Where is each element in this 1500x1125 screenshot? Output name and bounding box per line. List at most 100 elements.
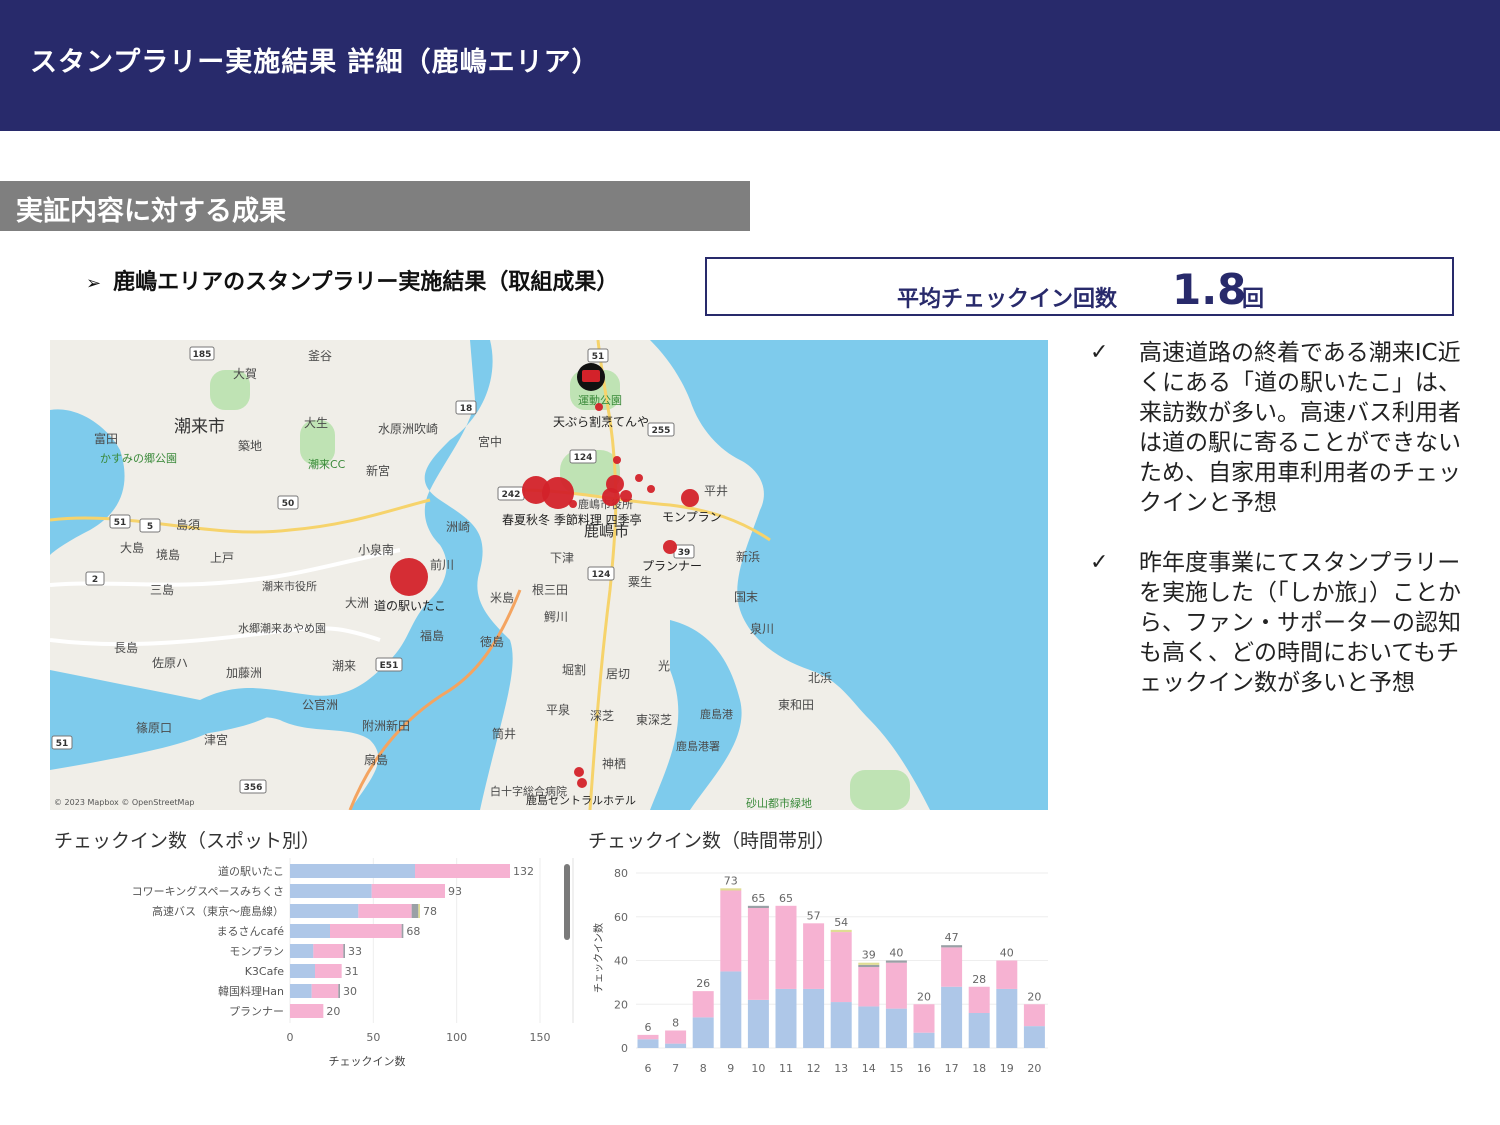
map-label: 大洲 bbox=[345, 596, 369, 610]
kpi-unit: 回 bbox=[1242, 287, 1265, 312]
bar-segment bbox=[803, 988, 825, 1048]
bar-segment bbox=[996, 960, 1018, 989]
road-number: 2 bbox=[92, 575, 98, 585]
road-number: 356 bbox=[244, 783, 263, 793]
map-label: 新宮 bbox=[366, 463, 390, 478]
bar-segment bbox=[313, 944, 344, 958]
header-bar: スタンプラリー実施結果 詳細（鹿嶋エリア） bbox=[0, 0, 1500, 131]
x-tick-label: 100 bbox=[446, 1031, 467, 1044]
bar-segment bbox=[290, 1004, 324, 1018]
map-label: 島須 bbox=[176, 517, 200, 532]
x-tick-label: 50 bbox=[366, 1031, 380, 1044]
category-label: まるさんcafé bbox=[217, 925, 285, 938]
checkin-marker[interactable] bbox=[663, 540, 677, 554]
checkin-marker-michinoeki[interactable] bbox=[390, 558, 428, 596]
map-label: 福島 bbox=[420, 628, 444, 643]
road-number: E51 bbox=[380, 661, 399, 671]
category-label: プランナー bbox=[229, 1005, 284, 1018]
bar-segment bbox=[290, 864, 415, 878]
bar-total-label: 20 bbox=[917, 990, 931, 1003]
map-label: プランナー bbox=[642, 559, 702, 573]
bar-segment bbox=[401, 924, 404, 938]
bar-total-label: 54 bbox=[834, 916, 848, 929]
bar-segment bbox=[968, 1013, 990, 1048]
checkin-marker[interactable] bbox=[620, 490, 632, 502]
map-label: 佐原ハ bbox=[152, 656, 188, 670]
x-tick-label: 9 bbox=[727, 1062, 734, 1075]
map-label: 三島 bbox=[150, 582, 174, 597]
map-label: 津宮 bbox=[204, 732, 228, 747]
bar-segment bbox=[290, 944, 314, 958]
bar-total-label: 8 bbox=[672, 1017, 679, 1030]
map-label: 潮来市 bbox=[174, 417, 225, 437]
road-number: 124 bbox=[592, 570, 611, 580]
checkin-marker[interactable] bbox=[569, 500, 577, 508]
map-label: かすみの郷公園 bbox=[100, 451, 177, 465]
map-label: 堀割 bbox=[562, 662, 586, 677]
map-label: 神栖 bbox=[602, 756, 626, 771]
checkin-map[interactable]: 潮来市 鹿嶋市 大賀 釜谷 富田 かすみの郷公園 築地 大生 潮来CC 水原洲吹… bbox=[50, 340, 1048, 810]
bus-stop-icon[interactable] bbox=[577, 363, 605, 391]
x-tick-label: 19 bbox=[1000, 1062, 1014, 1075]
bar-total-label: 20 bbox=[326, 1005, 340, 1018]
x-tick-label: 16 bbox=[917, 1062, 931, 1075]
road-number: 185 bbox=[193, 350, 212, 360]
map-label: 平井 bbox=[704, 484, 728, 498]
checkin-marker[interactable] bbox=[577, 778, 587, 788]
checkin-marker[interactable] bbox=[602, 488, 620, 506]
section-bar: 実証内容に対する成果 bbox=[0, 181, 750, 231]
road-number: 18 bbox=[460, 404, 473, 414]
bar-total-label: 40 bbox=[889, 947, 903, 960]
x-tick-label: 20 bbox=[1027, 1062, 1041, 1075]
bar-segment bbox=[913, 1004, 935, 1033]
checkin-marker[interactable] bbox=[595, 403, 603, 411]
x-tick-label: 17 bbox=[945, 1062, 959, 1075]
note-text: 高速道路の終着である潮来IC近くにある「道の駅いたこ」は、来訪数が多い。高速バス… bbox=[1139, 340, 1461, 516]
map-svg: 潮来市 鹿嶋市 大賀 釜谷 富田 かすみの郷公園 築地 大生 潮来CC 水原洲吹… bbox=[50, 340, 1048, 810]
bar-segment bbox=[358, 904, 412, 918]
bar-segment bbox=[1023, 1004, 1045, 1027]
bar-total-label: 40 bbox=[1000, 947, 1014, 960]
map-label: 築地 bbox=[238, 438, 262, 453]
road-number: 51 bbox=[114, 518, 127, 528]
arrow-bullet-icon: ➢ bbox=[86, 273, 102, 294]
bar-segment bbox=[968, 986, 990, 1013]
map-label: 筒井 bbox=[492, 726, 516, 741]
category-label: 高速バス（東京～鹿島線） bbox=[152, 904, 284, 918]
scrollbar-thumb bbox=[564, 864, 570, 940]
bar-segment bbox=[311, 984, 339, 998]
checkin-marker[interactable] bbox=[635, 474, 643, 482]
checkin-marker[interactable] bbox=[613, 456, 621, 464]
bar-segment bbox=[830, 1002, 852, 1048]
map-label: 平泉 bbox=[546, 703, 570, 717]
map-label: 砂山都市緑地 bbox=[746, 796, 812, 810]
subheading-text: 鹿嶋エリアのスタンプラリー実施結果（取組成果） bbox=[113, 270, 619, 295]
map-label: 新浜 bbox=[736, 549, 760, 564]
map-park-5 bbox=[850, 770, 910, 810]
category-label: コワーキングスペースみちくさ bbox=[132, 884, 284, 898]
map-label: 深芝 bbox=[590, 708, 614, 723]
bar-segment bbox=[913, 1032, 935, 1048]
x-tick-label: 14 bbox=[862, 1062, 876, 1075]
bar-total-label: 57 bbox=[807, 909, 821, 922]
kpi-box: 平均チェックイン回数 1.8 回 bbox=[705, 257, 1454, 316]
checkin-marker[interactable] bbox=[647, 485, 655, 493]
map-label: 居切 bbox=[606, 667, 630, 681]
bar-total-label: 20 bbox=[1027, 990, 1041, 1003]
road-number: 51 bbox=[56, 739, 69, 749]
map-label: モンプラン bbox=[662, 510, 722, 524]
map-label: 根三田 bbox=[532, 583, 568, 597]
x-tick-label: 150 bbox=[530, 1031, 551, 1044]
bar-total-label: 31 bbox=[345, 965, 359, 978]
bar-total-label: 65 bbox=[779, 892, 793, 905]
bar-segment bbox=[692, 1017, 714, 1048]
checkin-marker[interactable] bbox=[574, 767, 584, 777]
bar-segment bbox=[996, 988, 1018, 1048]
category-label: K3Cafe bbox=[245, 965, 285, 978]
map-label: 富田 bbox=[94, 431, 118, 446]
bar-total-label: 68 bbox=[406, 925, 420, 938]
bar-segment bbox=[330, 924, 402, 938]
bar-segment bbox=[941, 947, 963, 987]
checkin-marker[interactable] bbox=[681, 489, 699, 507]
map-label: 東和田 bbox=[778, 698, 814, 712]
